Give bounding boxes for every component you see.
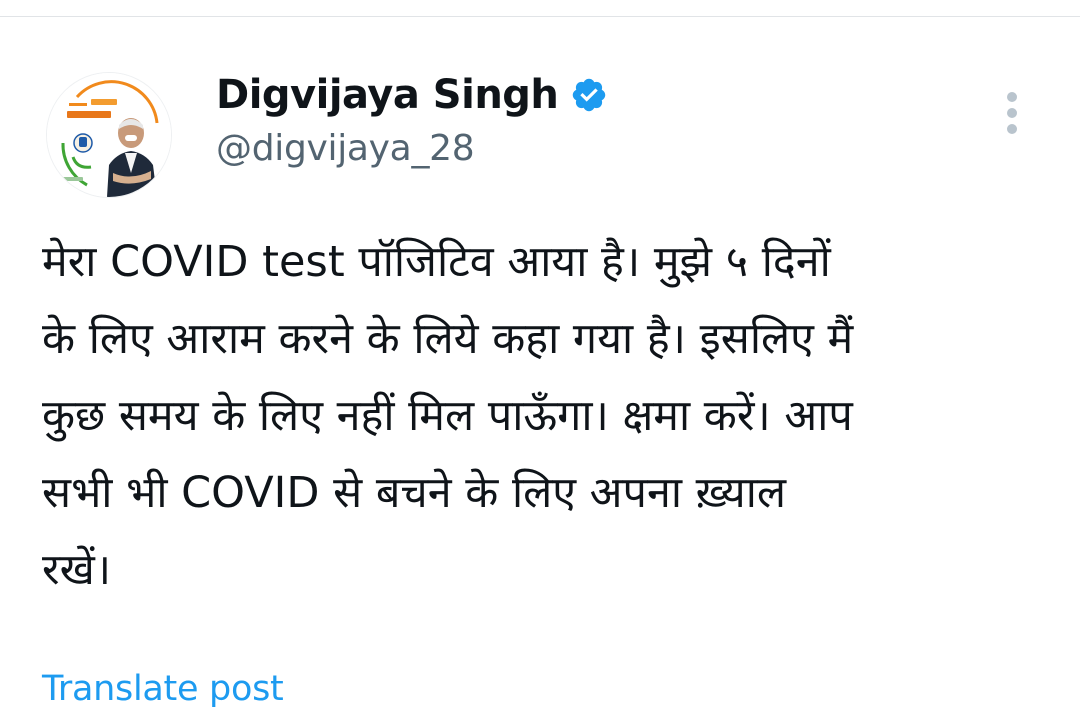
post-text-line: मेरा COVID test पॉजिटिव आया है। मुझे ५ द…: [42, 237, 831, 287]
post-card: Digvijaya Singh @digvijaya_28 मेरा COVID…: [0, 17, 1080, 722]
verified-badge-icon[interactable]: [570, 76, 608, 114]
post-text-line: कुछ समय के लिए नहीं मिल पाऊँगा। क्षमा कर…: [42, 391, 853, 441]
translate-post-link[interactable]: Translate post: [42, 667, 284, 711]
post-text-line: के लिए आराम करने के लिये कहा गया है। इसल…: [42, 314, 854, 364]
avatar[interactable]: [46, 72, 172, 198]
post-text-line: सभी भी COVID से बचने के लिए अपना ख़्याल: [42, 468, 787, 518]
more-vertical-icon: [1007, 92, 1017, 134]
author-name-row[interactable]: Digvijaya Singh: [216, 71, 608, 119]
author-handle[interactable]: @digvijaya_28: [216, 127, 475, 171]
more-options-button[interactable]: [992, 89, 1032, 139]
post-text: मेरा COVID test पॉजिटिव आया है। मुझे ५ द…: [42, 224, 1042, 609]
author-name[interactable]: Digvijaya Singh: [216, 71, 559, 119]
post-text-line: रखें।: [42, 545, 112, 595]
avatar-image: [47, 73, 171, 197]
